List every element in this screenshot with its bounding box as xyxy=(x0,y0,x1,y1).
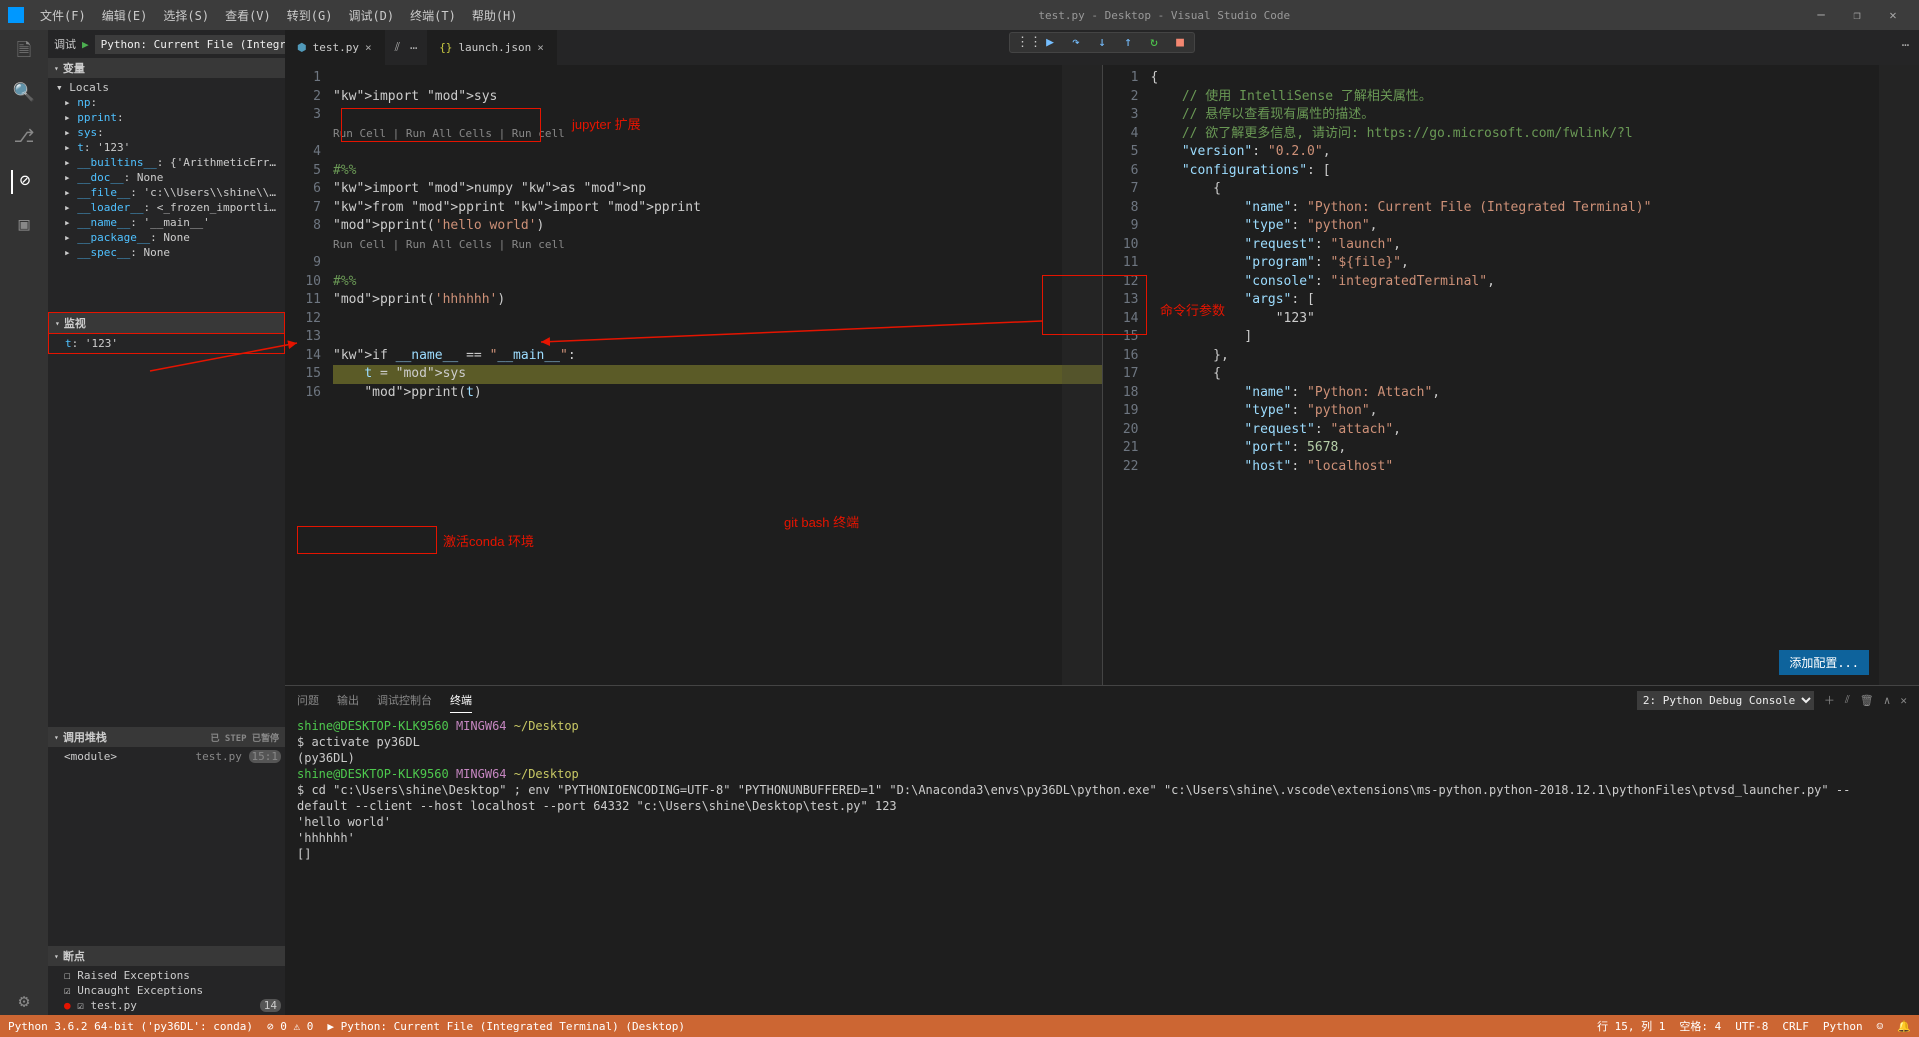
feedback-icon[interactable]: ☺ xyxy=(1877,1020,1884,1033)
callstack-header[interactable]: 调用堆栈 已 STEP 已暂停 xyxy=(48,727,285,747)
close-button[interactable]: ✕ xyxy=(1875,0,1911,30)
tab-bar: ⬢test.py× ⋮⋮ ▶ ↷ ↓ ↑ ↻ ■ ⫽ ⋯ {}launch.js… xyxy=(285,30,1919,65)
variable-row[interactable]: ▸ __package__: None xyxy=(48,230,285,245)
editor-right[interactable]: 12345678910111213141516171819202122 { //… xyxy=(1103,65,1919,685)
menu-bar: 文件(F)编辑(E)选择(S)查看(V)转到(G)调试(D)终端(T)帮助(H) xyxy=(32,3,526,28)
variable-row[interactable]: ▸ np: xyxy=(48,95,285,110)
debug-toolbar: 调试 ▶ Python: Current File (Integrated Te… xyxy=(48,30,285,58)
variable-row[interactable]: ▸ t: '123' xyxy=(48,140,285,155)
window-controls: ─ ❐ ✕ xyxy=(1803,0,1911,30)
locals-section: ▾ Locals ▸ np: ▸ pprint: ▸ sys: ▸ t: '12… xyxy=(48,78,285,262)
indent-status[interactable]: 空格: 4 xyxy=(1679,1018,1721,1034)
callstack-status: 已 STEP 已暂停 xyxy=(210,731,279,744)
variable-row[interactable]: ▸ __spec__: None xyxy=(48,245,285,260)
stop-icon[interactable]: ■ xyxy=(1172,35,1188,50)
menu-item[interactable]: 查看(V) xyxy=(217,3,279,28)
panel-tabs: 问题 输出 调试控制台 终端 2: Python Debug Console ＋… xyxy=(285,686,1919,714)
maximize-panel-icon[interactable]: ∧ xyxy=(1884,690,1891,711)
encoding-status[interactable]: UTF-8 xyxy=(1735,1020,1768,1033)
watch-body: t: '123' xyxy=(48,334,285,354)
debug-icon[interactable]: ⊘ xyxy=(11,170,35,194)
terminal-select[interactable]: 2: Python Debug Console xyxy=(1637,691,1814,710)
step-over-icon[interactable]: ↷ xyxy=(1068,35,1084,50)
start-debug-button[interactable]: ▶ xyxy=(82,38,89,51)
breakpoint-item[interactable]: ● ☑ test.py14 xyxy=(48,998,285,1013)
step-out-icon[interactable]: ↑ xyxy=(1120,35,1136,50)
variable-row[interactable]: ▸ pprint: xyxy=(48,110,285,125)
drag-handle-icon[interactable]: ⋮⋮ xyxy=(1016,35,1032,50)
split-terminal-icon[interactable]: ⫽ xyxy=(1845,689,1850,711)
tab-test-py[interactable]: ⬢test.py× xyxy=(285,30,385,65)
explorer-icon[interactable]: 🗎 xyxy=(12,38,36,62)
watch-header[interactable]: 监视 xyxy=(48,312,285,334)
window-title: test.py - Desktop - Visual Studio Code xyxy=(526,9,1804,22)
minimize-button[interactable]: ─ xyxy=(1803,0,1839,30)
panel-tab-output[interactable]: 输出 xyxy=(337,688,359,712)
callstack-frame[interactable]: <module> test.py 15:1 xyxy=(48,749,285,764)
kill-terminal-icon[interactable]: 🗑 xyxy=(1860,690,1874,711)
menu-item[interactable]: 转到(G) xyxy=(279,3,341,28)
menu-item[interactable]: 选择(S) xyxy=(155,3,217,28)
cursor-position[interactable]: 行 15, 列 1 xyxy=(1597,1018,1665,1034)
uncaught-exceptions-checkbox[interactable]: ☑ Uncaught Exceptions xyxy=(48,983,285,998)
terminal-body[interactable]: shine@DESKTOP-KLK9560 MINGW64 ~/Desktop$… xyxy=(285,714,1919,1015)
python-interpreter[interactable]: Python 3.6.2 64-bit ('py36DL': conda) xyxy=(8,1020,253,1033)
panel-tab-terminal[interactable]: 终端 xyxy=(450,688,472,713)
language-status[interactable]: Python xyxy=(1823,1020,1863,1033)
close-tab-icon[interactable]: × xyxy=(365,41,372,54)
close-tab-icon[interactable]: × xyxy=(537,41,544,54)
locals-label[interactable]: ▾ Locals xyxy=(48,80,285,95)
more-actions-icon[interactable]: ⋯ xyxy=(410,41,417,55)
split-editor-icon[interactable]: ⫽ xyxy=(395,40,400,55)
callstack-body: <module> test.py 15:1 xyxy=(48,747,285,766)
settings-gear-icon[interactable]: ⚙ xyxy=(12,991,36,1015)
panel: 问题 输出 调试控制台 终端 2: Python Debug Console ＋… xyxy=(285,685,1919,1015)
new-terminal-icon[interactable]: ＋ xyxy=(1824,688,1835,712)
raised-exceptions-checkbox[interactable]: ☐ Raised Exceptions xyxy=(48,968,285,983)
step-into-icon[interactable]: ↓ xyxy=(1094,35,1110,50)
variable-row[interactable]: ▸ __name__: '__main__' xyxy=(48,215,285,230)
continue-icon[interactable]: ▶ xyxy=(1042,35,1058,50)
restart-icon[interactable]: ↻ xyxy=(1146,35,1162,50)
extensions-icon[interactable]: ▣ xyxy=(12,214,36,238)
variable-row[interactable]: ▸ __loader__: <_frozen_importlib_externa… xyxy=(48,200,285,215)
problems-status[interactable]: ⊘ 0 ⚠ 0 xyxy=(267,1020,313,1033)
panel-tab-debug-console[interactable]: 调试控制台 xyxy=(377,688,432,712)
breakpoints-body: ☐ Raised Exceptions ☑ Uncaught Exception… xyxy=(48,966,285,1015)
variable-row[interactable]: ▸ __doc__: None xyxy=(48,170,285,185)
vscode-logo-icon xyxy=(8,7,24,23)
tab-launch-json[interactable]: {}launch.json× xyxy=(427,30,557,65)
debug-status[interactable]: ▶ Python: Current File (Integrated Termi… xyxy=(327,1020,685,1033)
menu-item[interactable]: 帮助(H) xyxy=(464,3,526,28)
search-icon[interactable]: 🔍 xyxy=(12,82,36,106)
status-bar: Python 3.6.2 64-bit ('py36DL': conda) ⊘ … xyxy=(0,1015,1919,1037)
menu-item[interactable]: 编辑(E) xyxy=(94,3,156,28)
debug-sidebar: 调试 ▶ Python: Current File (Integrated Te… xyxy=(48,30,285,1015)
close-panel-icon[interactable]: ✕ xyxy=(1900,690,1907,711)
menu-item[interactable]: 文件(F) xyxy=(32,3,94,28)
add-config-button[interactable]: 添加配置... xyxy=(1779,650,1869,675)
menu-item[interactable]: 终端(T) xyxy=(402,3,464,28)
editor-area: ⬢test.py× ⋮⋮ ▶ ↷ ↓ ↑ ↻ ■ ⫽ ⋯ {}launch.js… xyxy=(285,30,1919,1015)
notification-icon[interactable]: 🔔 xyxy=(1897,1020,1911,1033)
minimap[interactable] xyxy=(1062,65,1102,685)
variable-row[interactable]: ▸ sys: xyxy=(48,125,285,140)
debug-floating-toolbar[interactable]: ⋮⋮ ▶ ↷ ↓ ↑ ↻ ■ xyxy=(1009,32,1195,53)
panel-tab-problems[interactable]: 问题 xyxy=(297,688,319,712)
debug-title: 调试 xyxy=(54,36,76,52)
watch-row[interactable]: t: '123' xyxy=(49,336,284,351)
minimap[interactable] xyxy=(1879,65,1919,685)
title-bar: 文件(F)编辑(E)选择(S)查看(V)转到(G)调试(D)终端(T)帮助(H)… xyxy=(0,0,1919,30)
variable-row[interactable]: ▸ __file__: 'c:\\Users\\shine\\Desktop\\… xyxy=(48,185,285,200)
eol-status[interactable]: CRLF xyxy=(1782,1020,1809,1033)
editor-left[interactable]: 12345678910111213141516 "kw">import "mod… xyxy=(285,65,1103,685)
breakpoints-header[interactable]: 断点 xyxy=(48,946,285,966)
more-actions-icon[interactable]: ⋯ xyxy=(1892,30,1919,65)
scm-icon[interactable]: ⎇ xyxy=(12,126,36,150)
activity-bar: 🗎 🔍 ⎇ ⊘ ▣ ⚙ xyxy=(0,30,48,1015)
menu-item[interactable]: 调试(D) xyxy=(340,3,402,28)
variable-row[interactable]: ▸ __builtins__: {'ArithmeticError': xyxy=(48,155,285,170)
maximize-button[interactable]: ❐ xyxy=(1839,0,1875,30)
variables-header[interactable]: 变量 xyxy=(48,58,285,78)
